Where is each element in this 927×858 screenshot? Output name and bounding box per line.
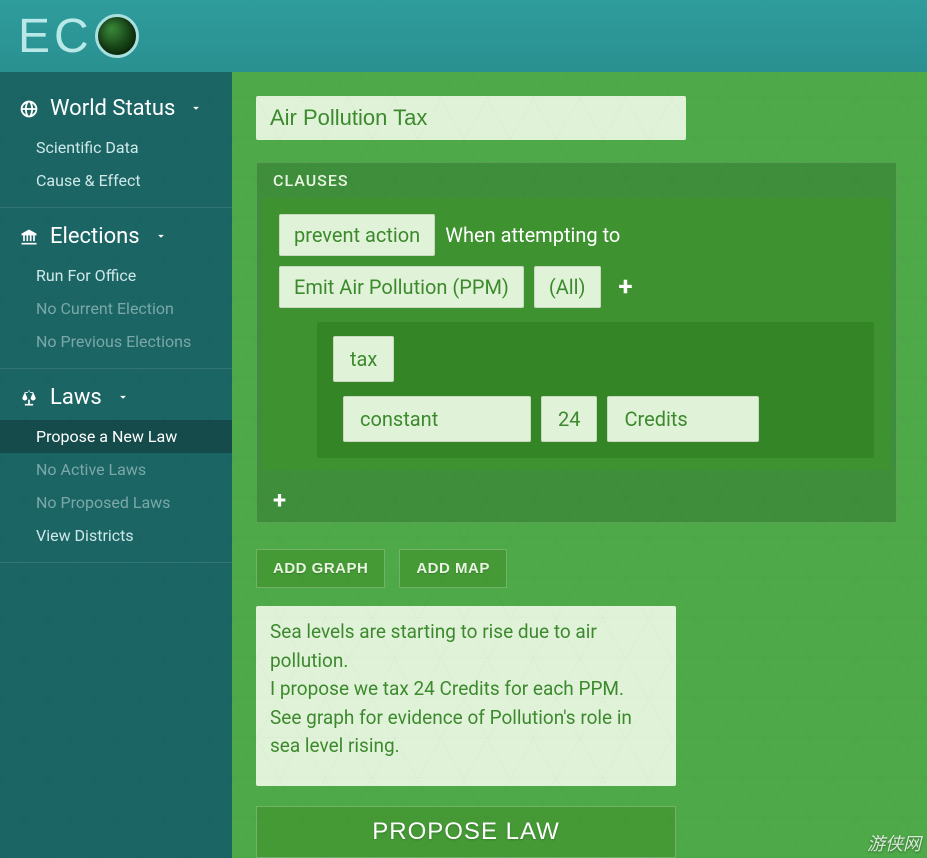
nav-title: World Status: [50, 96, 175, 121]
sidebar-item-no-proposed-laws: No Proposed Laws: [0, 486, 232, 519]
when-text: When attempting to: [445, 223, 620, 247]
nav-title: Elections: [50, 224, 140, 249]
nav-header-elections[interactable]: Elections: [0, 218, 232, 259]
chevron-down-icon: [189, 96, 203, 121]
currency-token[interactable]: Credits: [607, 396, 759, 442]
sidebar-item-no-active-laws: No Active Laws: [0, 453, 232, 486]
add-clause-button[interactable]: +: [257, 476, 896, 522]
chevron-down-icon: [154, 224, 168, 249]
target-token[interactable]: Emit Air Pollution (PPM): [279, 266, 524, 308]
nav-section-world-status: World Status Scientific Data Cause & Eff…: [0, 90, 232, 208]
scales-icon: [18, 387, 40, 409]
add-map-button[interactable]: ADD MAP: [399, 549, 507, 588]
propose-law-button[interactable]: PROPOSE LAW: [256, 806, 676, 858]
clauses-header: CLAUSES: [257, 163, 896, 198]
logo-letter-e: E: [18, 9, 50, 64]
logo-letter-c: C: [54, 9, 89, 64]
app-logo: E C: [18, 9, 139, 64]
globe-icon: [18, 98, 40, 120]
nav-title: Laws: [50, 385, 102, 410]
nav-section-elections: Elections Run For Office No Current Elec…: [0, 218, 232, 369]
chevron-down-icon: [116, 385, 130, 410]
nav-header-laws[interactable]: Laws: [0, 379, 232, 420]
law-description-input[interactable]: [256, 606, 676, 786]
effect-token[interactable]: tax: [333, 336, 394, 382]
app-header: E C: [0, 0, 927, 72]
action-token[interactable]: prevent action: [279, 214, 435, 256]
constant-token[interactable]: constant: [343, 396, 531, 442]
filter-token[interactable]: (All): [534, 266, 601, 308]
sidebar-item-view-districts[interactable]: View Districts: [0, 519, 232, 552]
nav-section-laws: Laws Propose a New Law No Active Laws No…: [0, 379, 232, 563]
building-icon: [18, 226, 40, 248]
sidebar-item-no-current-election: No Current Election: [0, 292, 232, 325]
sub-clause: tax constant 24 Credits: [317, 322, 874, 458]
main-content: CLAUSES prevent action When attempting t…: [232, 72, 927, 858]
amount-token[interactable]: 24: [541, 396, 597, 442]
add-graph-button[interactable]: ADD GRAPH: [256, 549, 385, 588]
logo-globe-icon: [95, 14, 139, 58]
nav-header-world-status[interactable]: World Status: [0, 90, 232, 131]
clauses-panel: CLAUSES prevent action When attempting t…: [256, 162, 897, 523]
sidebar: World Status Scientific Data Cause & Eff…: [0, 72, 232, 858]
sidebar-item-scientific-data[interactable]: Scientific Data: [0, 131, 232, 164]
sidebar-item-propose-new-law[interactable]: Propose a New Law: [0, 420, 232, 453]
sidebar-item-no-previous-elections: No Previous Elections: [0, 325, 232, 358]
add-condition-button[interactable]: +: [611, 272, 641, 302]
sidebar-item-run-for-office[interactable]: Run For Office: [0, 259, 232, 292]
clause-body: prevent action When attempting to Emit A…: [263, 198, 890, 470]
watermark: 游侠网: [867, 830, 921, 856]
sidebar-item-cause-effect[interactable]: Cause & Effect: [0, 164, 232, 197]
law-title-input[interactable]: [256, 96, 686, 140]
